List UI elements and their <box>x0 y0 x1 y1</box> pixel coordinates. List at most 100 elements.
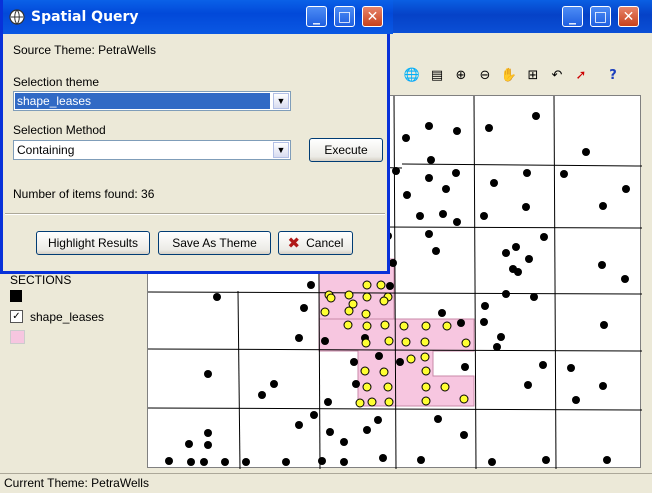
close-button[interactable]: ✕ <box>618 6 639 27</box>
well-dot <box>524 381 532 389</box>
well-dot <box>523 169 531 177</box>
well-dot <box>375 352 383 360</box>
highlight-results-button[interactable]: Highlight Results <box>36 231 150 255</box>
well-dot <box>567 364 575 372</box>
well-dot <box>392 167 400 175</box>
dialog-title: Spatial Query <box>31 9 139 25</box>
well-dot <box>599 202 607 210</box>
section-line <box>147 407 643 411</box>
well-dot <box>300 304 308 312</box>
spatial-query-dialog: Spatial Query _ □ ✕ Source Theme: PetraW… <box>0 0 393 274</box>
status-bar: Current Theme: PetraWells <box>0 473 652 493</box>
section-line <box>401 163 643 167</box>
dialog-close-button[interactable]: ✕ <box>362 6 383 27</box>
well-dot <box>258 391 266 399</box>
zoom-in-icon[interactable]: ⊕ <box>451 65 471 85</box>
selected-well-dot <box>406 354 416 364</box>
well-dot <box>453 218 461 226</box>
selected-well-dot <box>361 338 371 348</box>
well-dot <box>379 454 387 462</box>
save-as-theme-button[interactable]: Save As Theme <box>158 231 271 255</box>
well-dot <box>318 457 326 465</box>
selected-well-dot <box>384 336 394 346</box>
save-as-theme-label: Save As Theme <box>172 236 257 250</box>
section-line <box>473 95 477 470</box>
well-dot <box>165 457 173 465</box>
well-dot <box>352 380 360 388</box>
well-dot <box>439 210 447 218</box>
well-dot <box>525 255 533 263</box>
dialog-divider <box>5 213 385 215</box>
well-dot <box>321 337 329 345</box>
dialog-title-bar: Spatial Query _ □ ✕ <box>3 0 393 34</box>
well-dot <box>582 148 590 156</box>
well-dot <box>374 416 382 424</box>
well-dot <box>432 247 440 255</box>
minimize-button[interactable]: _ <box>562 6 583 27</box>
selected-well-dot <box>343 320 353 330</box>
zoom-extent-icon[interactable]: ⊞ <box>523 65 543 85</box>
selected-well-dot <box>442 321 452 331</box>
well-dot <box>539 361 547 369</box>
selected-well-dot <box>362 280 372 290</box>
identify-icon[interactable]: ▤ <box>427 65 447 85</box>
well-dot <box>204 429 212 437</box>
well-dot <box>187 458 195 466</box>
well-dot <box>200 458 208 466</box>
well-dot <box>204 441 212 449</box>
well-dot <box>502 249 510 257</box>
dialog-minimize-button[interactable]: _ <box>306 6 327 27</box>
well-dot <box>452 169 460 177</box>
selected-well-dot <box>461 338 471 348</box>
well-dot <box>622 185 630 193</box>
selected-well-dot <box>326 293 336 303</box>
selection-method-value: Containing <box>17 143 75 157</box>
selected-well-dot <box>320 307 330 317</box>
well-dot <box>481 302 489 310</box>
selection-theme-label: Selection theme <box>13 75 100 89</box>
selection-theme-select[interactable]: shape_leases ▼ <box>13 91 291 111</box>
well-dot <box>425 122 433 130</box>
chevron-down-icon[interactable]: ▼ <box>273 93 289 109</box>
well-dot <box>425 230 433 238</box>
well-dot <box>488 458 496 466</box>
selected-well-dot <box>379 296 389 306</box>
selection-method-select[interactable]: Containing ▼ <box>13 140 291 160</box>
undo-icon[interactable]: ↶ <box>547 65 567 85</box>
dialog-maximize-button[interactable]: □ <box>334 6 355 27</box>
chevron-down-icon[interactable]: ▼ <box>273 142 289 158</box>
well-dot <box>621 275 629 283</box>
well-dot <box>185 440 193 448</box>
leases-checkbox[interactable]: ✓ <box>10 310 23 323</box>
well-dot <box>340 458 348 466</box>
selected-well-dot <box>380 320 390 330</box>
minimize-icon: _ <box>313 8 320 25</box>
selected-well-dot <box>376 280 386 290</box>
well-dot <box>438 309 446 317</box>
well-dot <box>532 112 540 120</box>
well-dot <box>603 456 611 464</box>
select-icon[interactable]: ➚ <box>571 65 591 85</box>
zoom-out-icon[interactable]: ⊖ <box>475 65 495 85</box>
maximize-button[interactable]: □ <box>590 6 611 27</box>
selected-well-dot <box>362 292 372 302</box>
selected-well-dot <box>367 397 377 407</box>
well-dot <box>453 127 461 135</box>
globe-icon[interactable]: 🌐 <box>402 65 422 85</box>
well-dot <box>434 415 442 423</box>
well-dot <box>350 358 358 366</box>
pan-icon[interactable]: ✋ <box>499 65 519 85</box>
selected-well-dot <box>355 398 365 408</box>
source-theme-label: Source Theme: PetraWells <box>13 43 156 57</box>
selected-well-dot <box>440 382 450 392</box>
well-dot <box>442 185 450 193</box>
well-dot <box>340 438 348 446</box>
help-icon[interactable]: ? <box>603 65 623 85</box>
well-dot <box>363 426 371 434</box>
well-dot <box>512 243 520 251</box>
cancel-button[interactable]: ✖ Cancel <box>278 231 353 255</box>
well-dot <box>386 282 394 290</box>
maximize-icon: □ <box>337 8 352 25</box>
execute-button[interactable]: Execute <box>309 138 383 162</box>
legend-leases-label: shape_leases <box>30 310 105 324</box>
